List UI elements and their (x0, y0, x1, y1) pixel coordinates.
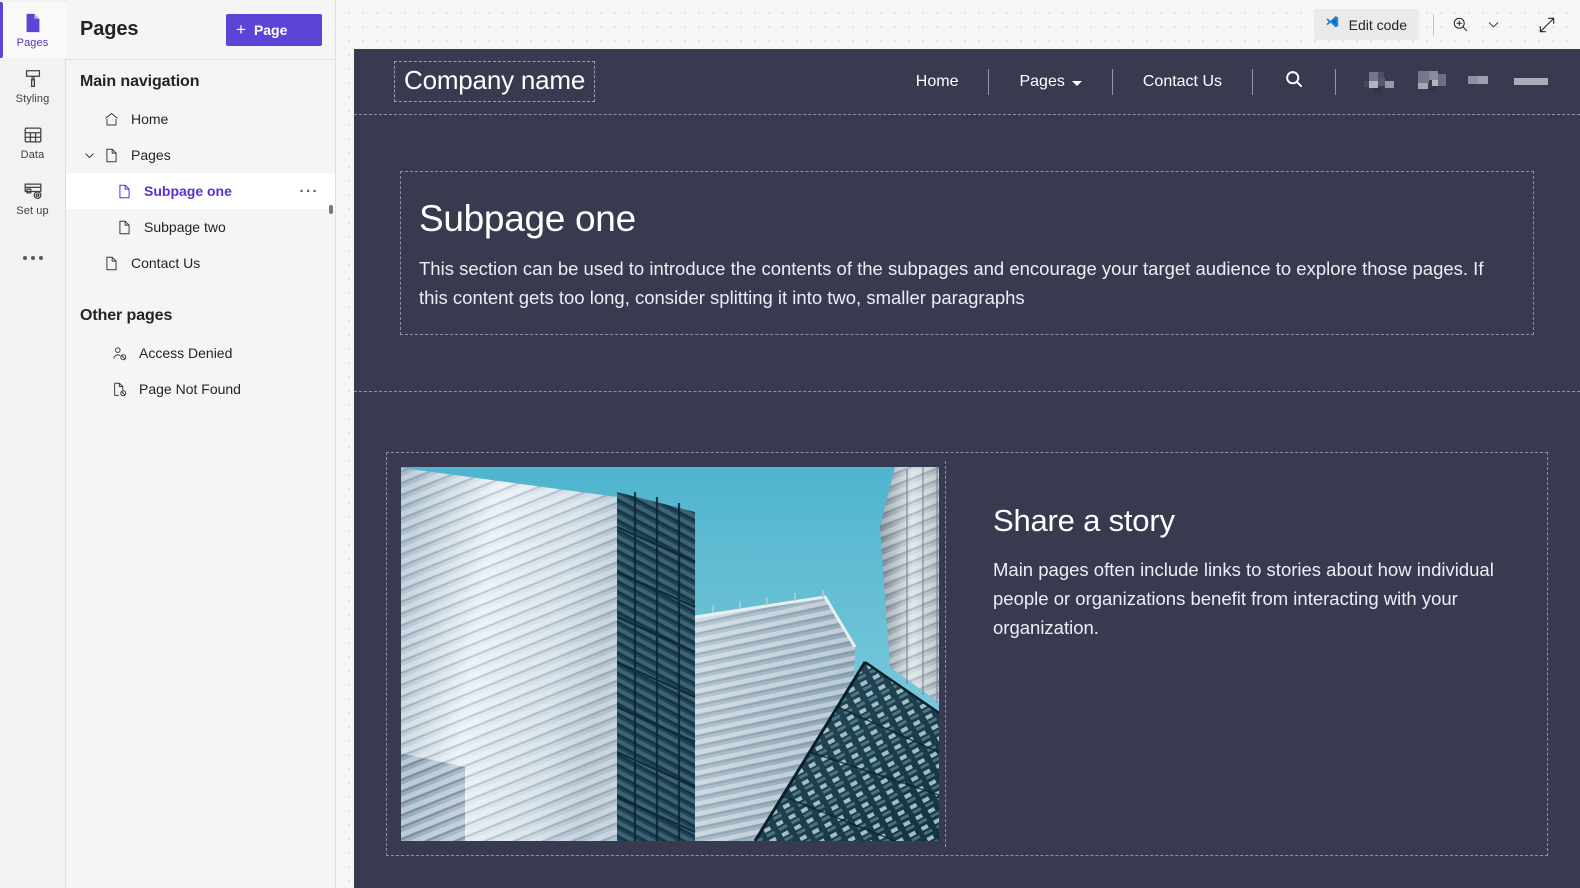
sidebar-item-label: Subpage two (144, 219, 226, 235)
story-heading: Share a story (993, 503, 1175, 538)
site-preview: Company name Home Pages Contact Us Subpa… (354, 49, 1580, 888)
zoom-in-icon[interactable] (1448, 15, 1473, 34)
panel-scrollbar-thumb[interactable] (329, 205, 333, 214)
site-nav-label: Pages (1019, 72, 1065, 90)
site-nav-label: Home (915, 72, 959, 90)
page-title: Pages (80, 18, 139, 40)
sidebar-item-label: Home (131, 111, 169, 127)
site-nav-pages[interactable]: Pages (989, 73, 1111, 91)
chevron-down-icon[interactable] (1482, 16, 1505, 33)
rail-label-setup: Set up (16, 204, 49, 217)
setup-icon (22, 180, 44, 202)
group-title-main-navigation: Main navigation (80, 73, 200, 90)
rail-label-styling: Styling (15, 92, 50, 105)
site-brand[interactable]: Company name (394, 61, 596, 102)
story-image (401, 467, 939, 841)
site-navigation: Home Pages Contact Us (886, 68, 1580, 95)
sidebar-item-label: Contact Us (131, 255, 201, 271)
redacted-block (1418, 70, 1446, 92)
sidebar-item-label: Pages (131, 147, 171, 163)
expand-diagonal-icon[interactable] (1534, 15, 1560, 35)
page-icon (113, 183, 135, 200)
brush-icon (22, 68, 44, 90)
redacted-block (1514, 77, 1548, 85)
sidebar-item-label: Page Not Found (139, 381, 241, 397)
story-text-block[interactable]: Share a story Main pages often include l… (945, 461, 1539, 847)
group-title-other-pages: Other pages (80, 307, 173, 324)
sidebar-item-home[interactable]: Home (66, 101, 335, 137)
sidebar-item-pages[interactable]: Pages (66, 137, 335, 173)
sidebar-item-subpage-two[interactable]: Subpage two (66, 209, 335, 245)
caret-down-icon (1071, 80, 1082, 86)
canvas-toolbar: Edit code (336, 0, 1580, 49)
redacted-header-content (1336, 70, 1574, 94)
pages-icon (22, 12, 44, 34)
edit-code-label: Edit code (1348, 16, 1407, 33)
site-nav-label: Contact Us (1142, 72, 1222, 90)
page-icon (100, 147, 122, 164)
sidebar-item-page-not-found[interactable]: Page Not Found (66, 371, 335, 407)
sidebar-item-subpage-one[interactable]: Subpage one ··· (66, 173, 335, 209)
preview-canvas: Edit code Company name Home Pages Contac… (336, 0, 1580, 888)
rail-item-data[interactable]: Data (0, 114, 66, 170)
table-icon (22, 124, 44, 146)
site-nav-contact-us[interactable]: Contact Us (1113, 73, 1252, 91)
hero-content-block[interactable]: Subpage one This section can be used to … (400, 171, 1534, 335)
hero-heading: Subpage one (419, 198, 636, 239)
rail-item-styling[interactable]: Styling (0, 58, 66, 114)
vscode-icon (1323, 15, 1340, 35)
plus-icon: + (236, 20, 246, 39)
more-options-icon[interactable]: ··· (300, 183, 326, 200)
pages-tree: Main navigation Home Pages Subpage one ·… (66, 60, 335, 888)
app-root: Pages Styling Data Set up Pages + Page M… (0, 0, 1580, 888)
toolbar-divider (1519, 14, 1520, 36)
site-nav-search[interactable] (1253, 68, 1335, 95)
edit-code-button[interactable]: Edit code (1313, 9, 1419, 40)
site-nav-home[interactable]: Home (886, 73, 989, 91)
sidebar-item-access-denied[interactable]: Access Denied (66, 335, 335, 371)
rail-item-setup[interactable]: Set up (0, 170, 66, 226)
story-paragraph: Main pages often include links to storie… (993, 559, 1494, 638)
home-icon (100, 111, 122, 128)
page-icon (113, 219, 135, 236)
add-page-button[interactable]: + Page (226, 13, 322, 46)
redacted-block (1468, 75, 1488, 90)
site-hero-section: Subpage one This section can be used to … (354, 115, 1580, 392)
rail-item-pages[interactable]: Pages (0, 2, 66, 58)
add-page-label: Page (253, 21, 288, 38)
chevron-down-icon[interactable] (78, 149, 100, 162)
hero-paragraph: This section can be used to introduce th… (419, 258, 1484, 308)
rail-label-data: Data (20, 148, 45, 161)
search-icon (1283, 68, 1305, 95)
story-section[interactable]: Share a story Main pages often include l… (386, 452, 1548, 856)
pages-panel: Pages + Page Main navigation Home Pages … (66, 0, 336, 888)
toolbar-divider (1433, 13, 1434, 36)
redacted-block (1364, 71, 1395, 93)
site-header: Company name Home Pages Contact Us (354, 49, 1580, 115)
sidebar-item-label: Subpage one (144, 183, 232, 199)
rail-label-pages: Pages (16, 36, 49, 49)
left-icon-rail: Pages Styling Data Set up (0, 0, 66, 888)
page-blocked-icon (108, 381, 130, 398)
sidebar-item-label: Access Denied (139, 345, 233, 361)
ellipsis-icon[interactable] (0, 236, 66, 280)
story-image-container[interactable] (395, 461, 945, 847)
pages-panel-header: Pages + Page (66, 0, 335, 60)
person-blocked-icon (108, 345, 130, 362)
sidebar-item-contact-us[interactable]: Contact Us (66, 245, 335, 281)
zoom-control-group (1448, 15, 1505, 34)
page-icon (100, 255, 122, 272)
